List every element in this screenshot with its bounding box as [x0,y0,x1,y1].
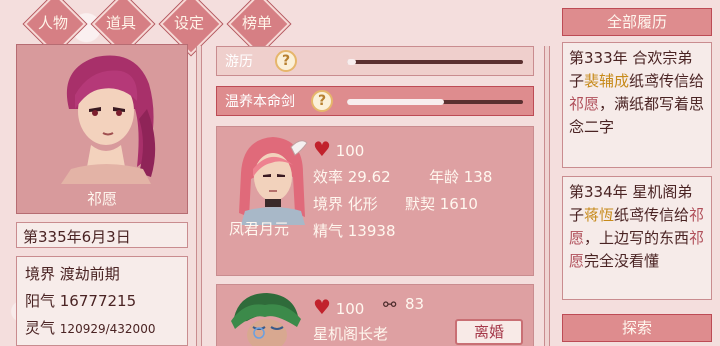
companion-card[interactable]: ♥ 100 ⚯ 83 星机阁长老 离婚 [216,284,534,346]
affection-value: 100 [335,142,365,160]
history-text: ，上边写的东西 [584,229,690,247]
nav-items[interactable]: 道具 [92,0,150,48]
history-actor: 蒋恆 [584,206,615,224]
nav-rankings[interactable]: 榜单 [228,0,286,48]
help-icon[interactable]: ? [311,90,333,112]
companion-portrait [239,137,308,225]
activity-label: 温养本命剑 [225,94,295,110]
nav-settings[interactable]: 设定 [160,0,218,48]
nav-label: 设定 [173,13,204,32]
heart-icon: ♥ [313,295,331,319]
handcuffs-icon: ⚯ [383,295,397,314]
activity-nurture-sword[interactable]: 温养本命剑 ? [216,86,534,116]
history-actor: 裴辅成 [584,72,630,90]
stat-yang: 阳气 16777215 [25,292,137,310]
companion-essence: 精气 13938 [313,222,396,240]
history-text: 纸鸢传信给 [629,72,705,90]
history-text: 纸鸢传信给 [614,206,690,224]
companion-realm: 境界 化形 [313,195,378,213]
companion-efficiency: 效率 29.62 [313,168,391,186]
companion-card[interactable]: 凤君月元 ♥ 100 效率 29.62 年龄 138 境界 化形 默契 1610… [216,126,534,276]
activity-progress-track [347,99,523,105]
game-date: 第335年6月3日 [16,222,188,248]
history-header[interactable]: 全部履历 [562,8,712,36]
stat-ling-label: 灵气 [25,319,56,337]
activity-progress-fill [347,99,444,105]
nav-label: 道具 [105,13,136,32]
companion-name: 凤君月元 [229,220,290,238]
player-portrait [61,55,156,184]
history-text: 完全没看懂 [584,252,660,270]
help-icon[interactable]: ? [275,50,297,72]
activity-progress-fill [347,59,356,65]
companion-tacit: 默契 1610 [405,195,478,213]
divorce-button[interactable]: 离婚 [455,319,523,345]
companion-affection: ♥ 100 [313,295,364,319]
player-portrait-card[interactable]: 祁愿 [16,44,188,214]
history-entry: 第334年 星机阁弟子蒋恆纸鸢传信给祁愿，上边写的东西祁愿完全没看懂 [562,176,712,300]
activity-label: 游历 [225,54,253,70]
player-name: 祁愿 [86,190,117,208]
nav-label: 榜单 [241,13,272,32]
stat-ling: 灵气 120929/432000 [25,315,179,343]
companion-name: 星机阁长老 [313,325,389,343]
middle-scrollbar[interactable] [544,46,550,346]
stat-realm: 境界 渡劫前期 [25,265,120,283]
companion-bond: 83 [405,295,425,313]
activity-travel[interactable]: 游历 ? [216,46,534,76]
player-stats-card: 境界 渡劫前期 阳气 16777215 灵气 120929/432000 [16,256,188,346]
stat-ling-value: 120929/432000 [59,322,156,336]
companion-age: 年龄 138 [429,168,493,186]
heart-icon: ♥ [313,137,331,161]
history-target: 祁愿 [569,95,600,113]
nav-label: 人物 [37,13,68,32]
explore-button[interactable]: 探索 [562,314,712,342]
companion-affection: ♥ 100 [313,137,364,161]
nav-characters[interactable]: 人物 [24,0,82,48]
left-scrollbar[interactable] [196,46,202,346]
history-entry: 第333年 合欢宗弟子裴辅成纸鸢传信给祁愿，满纸都写着思念二字 [562,42,712,168]
activity-progress-track [347,59,523,65]
companion-portrait [231,293,301,346]
affection-value: 100 [335,300,365,318]
